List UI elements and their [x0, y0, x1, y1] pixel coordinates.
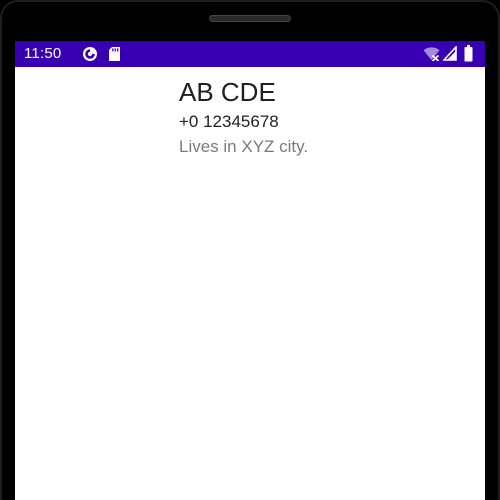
wifi-off-icon: [423, 47, 440, 61]
app-screen: 11:50 AB CDE +0 12345678 Lives in XYZ ci…: [15, 41, 485, 500]
sd-card-icon: [109, 47, 120, 61]
status-bar: 11:50: [15, 41, 485, 67]
status-time: 11:50: [24, 45, 62, 62]
cell-signal-icon: [443, 46, 457, 61]
profile-phone: +0 12345678: [179, 112, 279, 131]
profile-address: Lives in XYZ city.: [179, 137, 309, 156]
battery-icon: [464, 45, 473, 62]
data-saver-icon: [83, 47, 97, 61]
profile-card: AB CDE +0 12345678 Lives in XYZ city.: [179, 77, 308, 158]
earpiece-speaker: [209, 15, 291, 22]
phone-device-frame: 11:50 AB CDE +0 12345678 Lives in XYZ ci…: [0, 0, 500, 500]
profile-name: AB CDE: [179, 77, 276, 107]
